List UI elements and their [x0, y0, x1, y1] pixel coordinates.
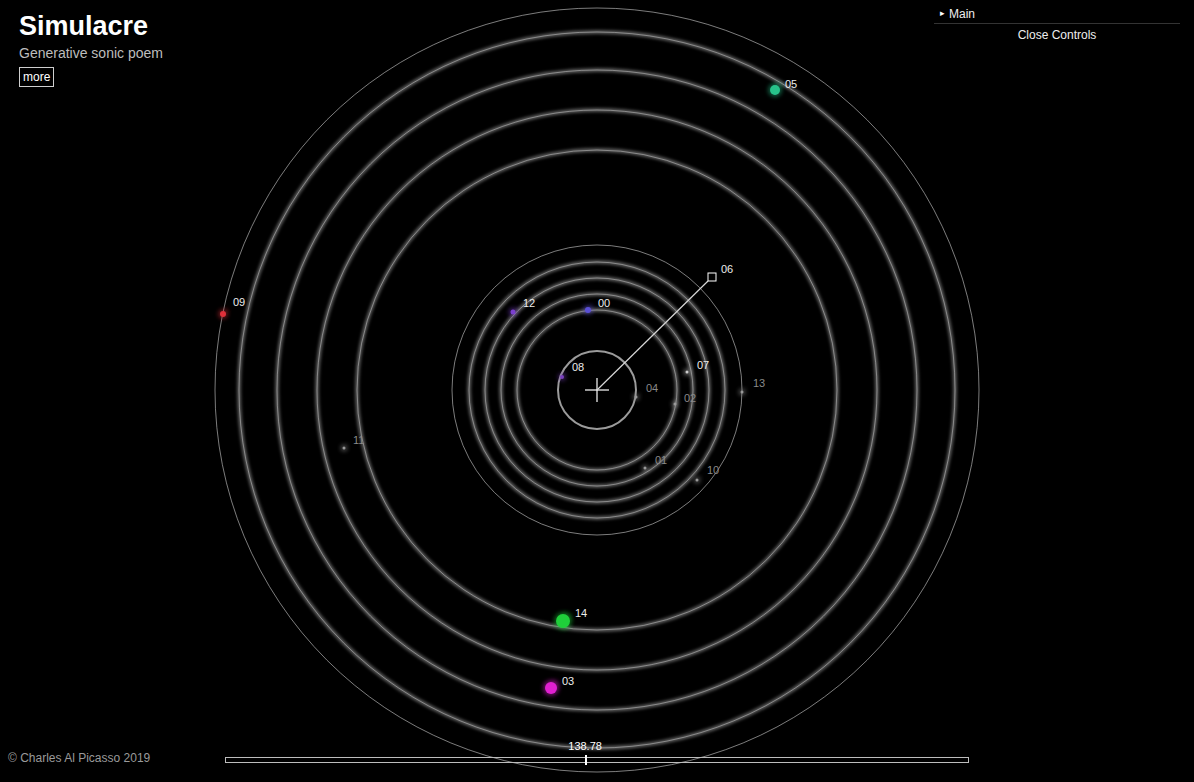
timeline-knob[interactable] [585, 755, 587, 765]
planet-label: 12 [523, 297, 535, 309]
app-title: Simulacre [19, 10, 148, 42]
planet-label: 06 [721, 263, 733, 275]
planet-label: 14 [575, 607, 587, 619]
planet-label: 04 [646, 382, 658, 394]
planet-label: 13 [753, 377, 765, 389]
app-subtitle: Generative sonic poem [19, 43, 163, 63]
close-controls-button[interactable]: Close Controls [934, 24, 1180, 46]
planet-dot[interactable] [696, 479, 699, 482]
selection-marker [597, 273, 716, 390]
planet-dot[interactable] [635, 396, 638, 399]
orbit-ring [469, 262, 725, 518]
controls-panel: ▸ MainClose Controls [934, 4, 1180, 46]
planet-dot[interactable] [644, 467, 647, 470]
planet[interactable]: 09 [218, 296, 245, 319]
planet-dot[interactable] [511, 310, 516, 315]
simulacre-app: 05 09 12 00 08 06 07 04 02 13 01 10 11 14 03 SimulacreG… [0, 0, 1194, 782]
planet-label: 05 [785, 78, 797, 90]
planet-dot[interactable] [585, 307, 591, 313]
planet-dot[interactable] [674, 403, 677, 406]
planet-dot[interactable] [220, 311, 226, 317]
planet-label: 11 [353, 434, 364, 446]
planet-label: 07 [697, 359, 709, 371]
header: SimulacreGenerative sonic poem more [19, 10, 163, 87]
planet-dot[interactable] [560, 375, 564, 379]
planet[interactable]: 13 [739, 377, 766, 396]
orbit-ring [317, 110, 877, 670]
planet-dot[interactable] [686, 371, 689, 374]
planet-label: 08 [572, 361, 584, 373]
folder-icon: ▸ [940, 7, 945, 21]
planet[interactable]: 05 [768, 78, 797, 97]
planet[interactable]: 03 [543, 675, 574, 696]
timeline[interactable]: 138.78 [225, 740, 969, 766]
planet-dot[interactable] [545, 682, 557, 694]
planet[interactable]: 01 [642, 454, 668, 472]
planet-label: 03 [562, 675, 574, 687]
planet-label: 09 [233, 296, 245, 308]
folder-label: Main [949, 5, 975, 23]
planet-label: 10 [707, 464, 719, 476]
timeline-track[interactable] [225, 757, 969, 763]
planet[interactable]: 14 [554, 607, 587, 630]
planet[interactable]: 12 [509, 297, 536, 317]
planet-label: 01 [655, 454, 667, 466]
planet[interactable]: 02 [672, 392, 697, 408]
orbit-ring [485, 278, 709, 502]
orbit-ring [239, 32, 955, 748]
planet[interactable]: 07 [684, 359, 710, 376]
orbit-boundary [452, 245, 742, 535]
planet[interactable]: 04 [633, 382, 659, 401]
folder-row[interactable]: ▸ Main [934, 4, 1180, 24]
planet[interactable]: 10 [694, 464, 720, 484]
planet[interactable]: 08 [558, 361, 584, 381]
planet[interactable]: 06 [597, 263, 733, 390]
planet-dot[interactable] [741, 391, 744, 394]
planet-label: 02 [684, 392, 696, 404]
orbit-ring [277, 70, 917, 710]
planet[interactable]: 00 [583, 297, 610, 315]
orbit-ring [357, 150, 837, 630]
orbit-canvas[interactable]: 05 09 12 00 08 06 07 04 02 13 01 10 11 14 03 [0, 0, 1194, 782]
planet[interactable]: 11 [341, 434, 365, 452]
planet-dot[interactable] [556, 614, 570, 628]
copyright: © Charles Al Picasso 2019 [8, 750, 150, 766]
planet-dot[interactable] [343, 447, 346, 450]
timeline-reading: 138.78 [568, 740, 602, 753]
more-button[interactable]: more [19, 67, 54, 87]
planet-label: 00 [598, 297, 610, 309]
orbit-boundary [215, 8, 979, 772]
planet-dot[interactable] [770, 85, 780, 95]
